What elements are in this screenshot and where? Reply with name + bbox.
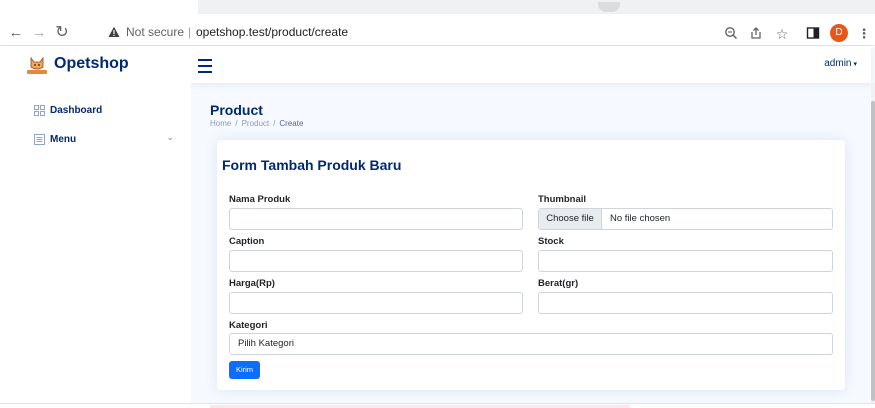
logo-cat-icon[interactable] [26, 55, 48, 75]
breadcrumb-create: Create [279, 119, 304, 128]
form-title: Form Tambah Produk Baru [222, 157, 402, 173]
kategori-selected-value: Pilih Kategori [238, 338, 294, 349]
user-name: admin [824, 58, 852, 69]
back-arrow-icon[interactable]: ← [7, 24, 25, 42]
side-panel-icon[interactable] [805, 26, 821, 42]
breadcrumb-separator: / [273, 119, 276, 128]
page-scrollbar[interactable] [871, 83, 875, 408]
kategori-label: Kategori [229, 320, 268, 331]
browser-tab-strip [0, 0, 875, 20]
forward-arrow-icon[interactable]: → [30, 24, 48, 42]
list-icon [34, 133, 45, 145]
nama-produk-input[interactable] [229, 208, 523, 230]
star-icon[interactable]: ☆ [774, 26, 790, 42]
app-header: Opetshop admin ▾ [0, 47, 871, 83]
harga-label: Harga(Rp) [229, 278, 275, 289]
nama-produk-label: Nama Produk [229, 194, 291, 205]
thumbnail-file-input[interactable]: Choose file No file chosen [538, 208, 833, 230]
file-status-text: No file chosen [610, 213, 671, 224]
product-form-card: Form Tambah Produk Baru Nama Produk Thum… [217, 140, 845, 390]
kirim-button[interactable]: Kirim [229, 361, 260, 379]
berat-label: Berat(gr) [538, 278, 579, 289]
breadcrumb-home[interactable]: Home [210, 119, 231, 128]
url-bar[interactable]: Not secure | opetshop.test/product/creat… [100, 23, 800, 43]
sidebar-item-label: Menu [50, 133, 77, 145]
url-text[interactable]: opetshop.test/product/create [196, 25, 348, 39]
kebab-menu-icon[interactable]: ⋮ [856, 26, 872, 42]
zoom-icon[interactable] [723, 26, 739, 42]
share-icon[interactable] [748, 26, 764, 42]
profile-avatar[interactable]: D [830, 24, 848, 42]
grid-icon [34, 104, 45, 116]
sidebar-toggle-icon[interactable] [198, 55, 214, 75]
brand-name[interactable]: Opetshop [54, 55, 129, 73]
tab-strip-background [198, 0, 875, 14]
security-status[interactable]: Not secure [126, 25, 184, 39]
bottom-edge [0, 403, 875, 408]
url-separator: | [188, 25, 192, 39]
kategori-select[interactable]: Pilih Kategori [229, 333, 833, 355]
caret-down-icon: ▾ [853, 61, 857, 68]
harga-input[interactable] [229, 292, 523, 314]
caption-label: Caption [229, 236, 265, 247]
choose-file-button[interactable]: Choose file [539, 209, 602, 229]
page-title: Product [210, 102, 263, 118]
reload-icon[interactable]: ↻ [53, 24, 71, 42]
stock-label: Stock [538, 236, 564, 247]
breadcrumb-product[interactable]: Product [242, 119, 270, 128]
sidebar-item-menu[interactable]: Menu ⌄ [34, 132, 174, 146]
sidebar: Dashboard Menu ⌄ [0, 83, 191, 408]
scrollbar-thumb[interactable] [871, 101, 875, 401]
sidebar-item-dashboard[interactable]: Dashboard [34, 103, 102, 117]
sidebar-item-label: Dashboard [50, 104, 103, 116]
browser-address-bar: ← → ↻ Not secure | opetshop.test/product… [0, 20, 875, 46]
user-menu[interactable]: admin ▾ [824, 58, 857, 69]
thumbnail-label: Thumbnail [538, 194, 587, 205]
caption-input[interactable] [229, 250, 523, 272]
warning-triangle-icon [108, 26, 120, 37]
web-page: Opetshop admin ▾ Dashboard Menu ⌄ Produc… [0, 47, 875, 408]
breadcrumb-separator: / [235, 119, 238, 128]
breadcrumb: Home / Product / Create [210, 119, 303, 128]
stock-input[interactable] [538, 250, 833, 272]
berat-input[interactable] [538, 292, 833, 314]
chevron-down-icon[interactable]: ⌄ [166, 132, 174, 143]
main-content: Product Home / Product / Create Form Tambah … [191, 83, 871, 408]
